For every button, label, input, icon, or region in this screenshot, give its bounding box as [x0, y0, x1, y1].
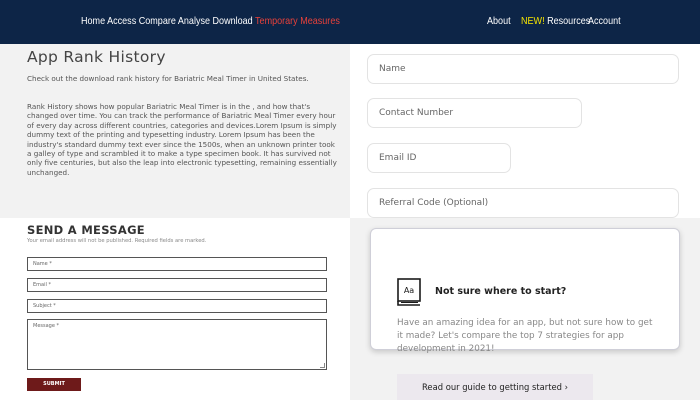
read-guide-button[interactable]: Read our guide to getting started ›: [397, 374, 593, 400]
nav-temporary-measures-link[interactable]: Temporary Measures: [255, 15, 340, 27]
contact-number-input[interactable]: Contact Number: [367, 98, 582, 128]
top-navigation-bar: Home Access Compare Analyse Download Tem…: [0, 0, 700, 44]
book-icon-text: Aa: [404, 286, 414, 295]
nav-access-link[interactable]: Access: [107, 15, 136, 27]
referral-code-input[interactable]: Referral Code (Optional): [367, 188, 679, 218]
message-body-textarea[interactable]: Message *: [27, 319, 327, 370]
email-id-placeholder: Email ID: [379, 153, 417, 163]
primary-nav: Home Access Compare Analyse Download Tem…: [81, 15, 340, 27]
rank-history-title: App Rank History: [27, 48, 166, 66]
message-name-input[interactable]: Name *: [27, 257, 327, 271]
nav-account-link[interactable]: Account: [588, 15, 621, 27]
contact-number-placeholder: Contact Number: [379, 108, 454, 118]
required-fields-note: Your email address will not be published…: [27, 238, 207, 244]
book-icon: Aa: [397, 278, 421, 306]
nav-download-link[interactable]: Download: [213, 15, 253, 27]
nav-about-link[interactable]: About: [487, 15, 511, 27]
message-subject-placeholder: Subject *: [33, 303, 56, 309]
rank-history-intro: Check out the download rank history for …: [27, 74, 309, 83]
nav-resources-label: Resources: [547, 15, 591, 27]
nav-compare-link[interactable]: Compare: [139, 15, 176, 27]
name-input[interactable]: Name: [367, 54, 679, 84]
nav-home-link[interactable]: Home: [81, 15, 105, 27]
send-message-title: SEND A MESSAGE: [27, 223, 145, 237]
message-email-input[interactable]: Email *: [27, 278, 327, 292]
name-placeholder: Name: [379, 64, 406, 74]
nav-resources-link[interactable]: NEW! Resources: [521, 15, 590, 27]
rank-history-description: Rank History shows how popular Bariatric…: [27, 102, 337, 177]
guide-card-title: Not sure where to start?: [435, 286, 567, 297]
message-email-placeholder: Email *: [33, 282, 51, 288]
nav-analyse-link[interactable]: Analyse: [178, 15, 210, 27]
message-body-placeholder: Message *: [33, 323, 60, 329]
textarea-resize-handle[interactable]: [320, 363, 325, 368]
message-name-placeholder: Name *: [33, 261, 52, 267]
guide-card-text: Have an amazing idea for an app, but not…: [397, 318, 653, 354]
new-badge: NEW!: [521, 15, 545, 27]
message-subject-input[interactable]: Subject *: [27, 299, 327, 313]
referral-code-placeholder: Referral Code (Optional): [379, 198, 489, 208]
email-id-input[interactable]: Email ID: [367, 143, 511, 173]
submit-button[interactable]: SUBMIT: [27, 378, 81, 391]
